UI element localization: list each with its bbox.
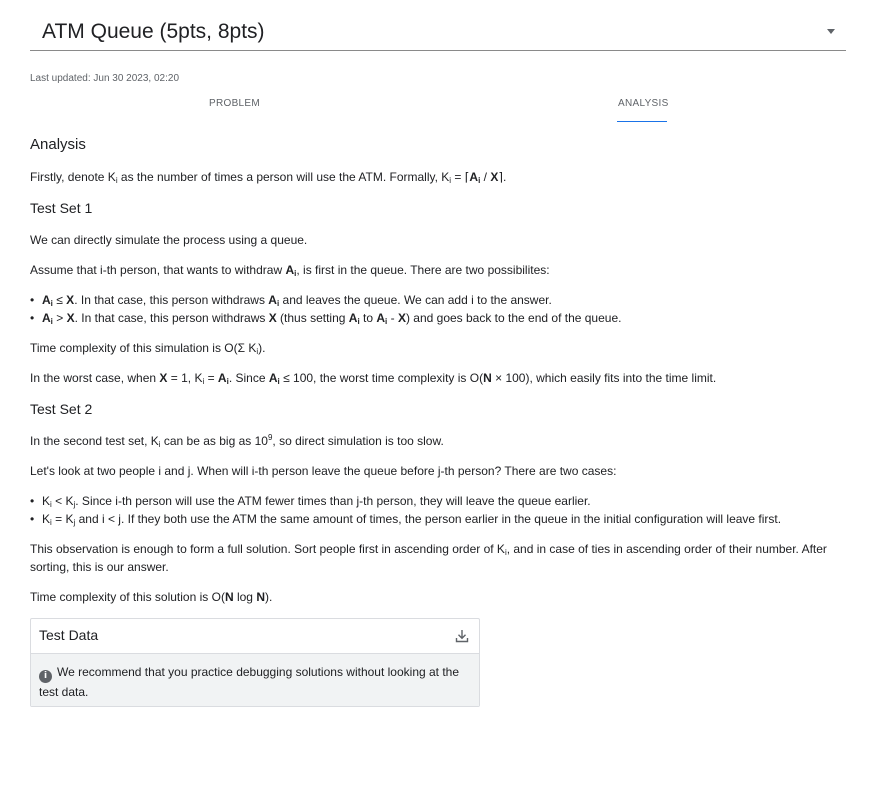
problem-select[interactable]: ATM Queue (5pts, 8pts): [30, 14, 846, 51]
ts2-paragraph-3: This observation is enough to form a ful…: [30, 542, 827, 574]
test-set-1-heading: Test Set 1: [30, 200, 93, 216]
test-data-note-area: i We recommend that you practice debuggin…: [31, 654, 479, 706]
ts1-paragraph-3: Time complexity of this simulation is O(…: [30, 341, 266, 356]
intro-paragraph: Firstly, denote Ki as the number of time…: [30, 170, 507, 185]
ts2-paragraph-1: In the second test set, Ki can be as big…: [30, 433, 444, 449]
test-data-header: Test Data: [31, 619, 479, 654]
download-icon[interactable]: [454, 628, 470, 644]
problem-title: ATM Queue (5pts, 8pts): [42, 20, 265, 43]
ts2-paragraph-2: Let's look at two people i and j. When w…: [30, 464, 617, 478]
info-icon: i: [39, 670, 52, 683]
ts1-bullet-1: Ai ≤ X. In that case, this person withdr…: [30, 291, 552, 309]
ts2-bullet-1: Ki < Kj. Since i-th person will use the …: [30, 492, 591, 510]
last-updated: Last updated: Jun 30 2023, 02:20: [30, 73, 180, 84]
test-data-note: i We recommend that you practice debuggin…: [39, 665, 460, 699]
ts1-paragraph-2: Assume that i-th person, that wants to w…: [30, 263, 550, 278]
ts2-bullet-2: Ki = Kj and i < j. If they both use the …: [30, 510, 781, 528]
test-data-panel: Test Data i We recommend that you practic…: [30, 618, 480, 707]
arrow-drop-down-icon[interactable]: [827, 29, 835, 34]
tab-problem[interactable]: PROBLEM: [209, 98, 260, 109]
analysis-heading: Analysis: [30, 136, 86, 153]
tab-analysis[interactable]: ANALYSIS: [618, 98, 669, 109]
active-tab-indicator: [617, 121, 667, 122]
ts1-bullet-2: Ai > X. In that case, this person withdr…: [30, 309, 621, 327]
test-set-2-heading: Test Set 2: [30, 401, 93, 417]
test-data-title: Test Data: [39, 627, 99, 643]
ts1-paragraph-1: We can directly simulate the process usi…: [30, 233, 308, 247]
ts2-paragraph-4: Time complexity of this solution is O(N …: [30, 590, 273, 604]
ts1-paragraph-4: In the worst case, when X = 1, Ki = Ai. …: [30, 371, 717, 386]
